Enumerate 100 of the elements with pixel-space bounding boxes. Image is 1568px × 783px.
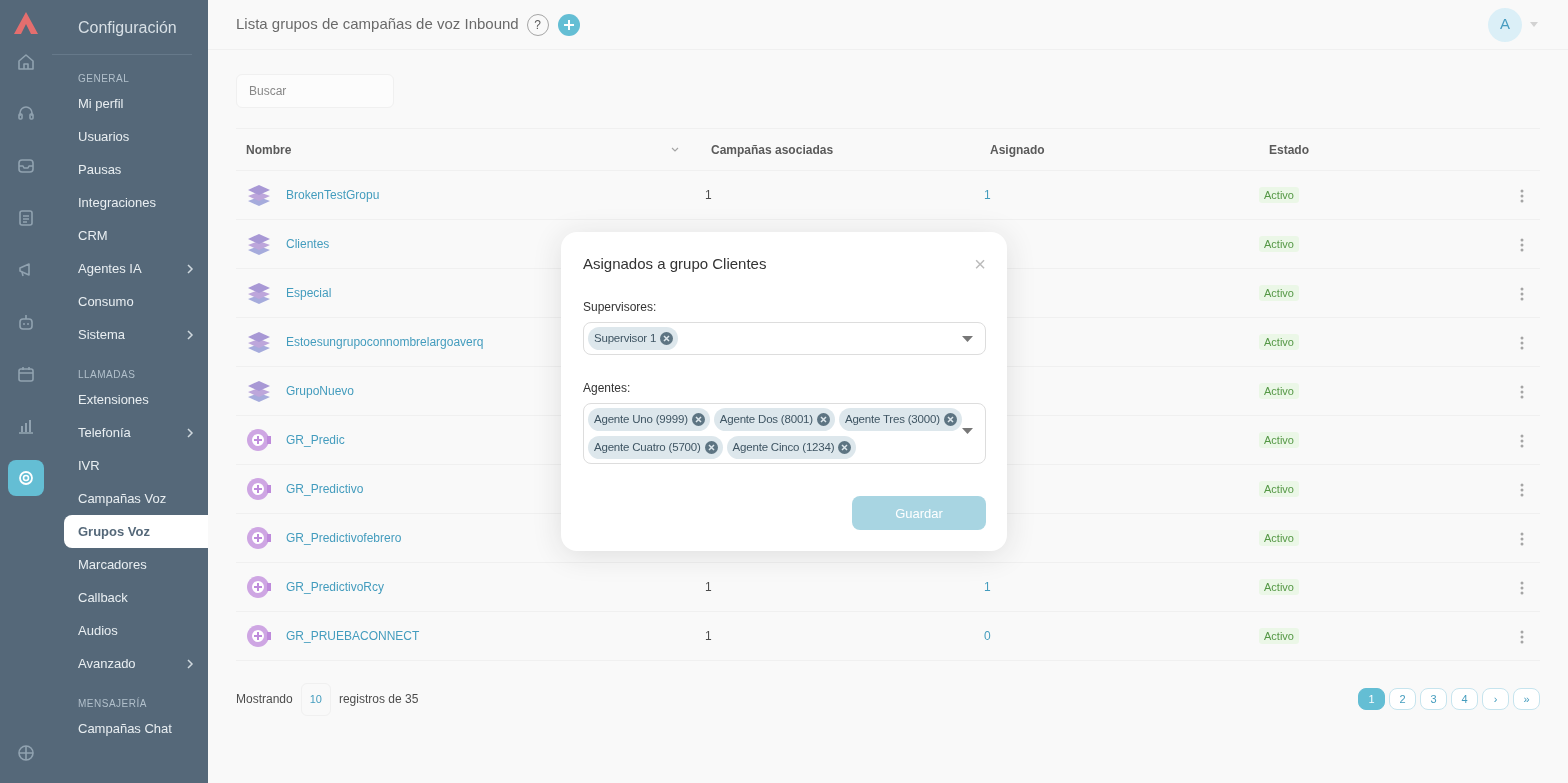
status-label: Activo — [1259, 285, 1299, 301]
tray-icon[interactable] — [16, 156, 36, 176]
group-link[interactable]: GR_PredictivoRcy — [286, 578, 385, 596]
more-icon[interactable] — [1520, 629, 1524, 644]
page-button[interactable]: 4 — [1451, 688, 1478, 711]
selected-chip[interactable]: Agente Cuatro (5700) — [588, 436, 723, 460]
status-label: Activo — [1259, 579, 1299, 595]
caret-icon[interactable] — [1530, 21, 1538, 28]
status-label: Activo — [1259, 432, 1299, 448]
group-icon — [246, 574, 272, 600]
robot-icon[interactable] — [16, 312, 36, 332]
sidebar-item[interactable]: IVR — [52, 449, 208, 482]
modal-title: Asignados a grupo Clientes — [583, 254, 767, 273]
more-icon[interactable] — [1520, 237, 1524, 252]
group-link[interactable]: Especial — [286, 284, 332, 302]
avatar[interactable]: A — [1488, 7, 1522, 42]
more-icon[interactable] — [1520, 286, 1524, 301]
group-link[interactable]: GR_Predictivofebrero — [286, 529, 402, 547]
page-button[interactable]: » — [1513, 688, 1540, 711]
dropdown-caret-icon[interactable] — [962, 427, 973, 434]
more-icon[interactable] — [1520, 188, 1524, 203]
selected-chip[interactable]: Agente Uno (9999) — [588, 407, 710, 432]
remove-icon[interactable] — [943, 413, 957, 426]
group-icon — [246, 623, 272, 649]
logo-icon — [12, 10, 40, 36]
group-link[interactable]: GR_Predictivo — [286, 480, 364, 498]
sidebar-item[interactable]: Campañas Voz — [52, 482, 208, 515]
more-icon[interactable] — [1520, 531, 1524, 546]
sidebar-item[interactable]: Telefonía — [52, 416, 208, 449]
more-icon[interactable] — [1520, 433, 1524, 448]
search-field[interactable]: Buscar — [236, 74, 394, 108]
table-cell: 1 — [705, 580, 712, 594]
rail-button[interactable] — [8, 460, 44, 496]
remove-icon[interactable] — [838, 441, 852, 455]
group-link[interactable]: Estoesungrupoconnombrelargoaverq — [286, 333, 484, 351]
assigned-link[interactable]: 1 — [984, 580, 991, 594]
selected-chip[interactable]: Agente Tres (3000) — [838, 407, 962, 432]
more-icon[interactable] — [1520, 384, 1524, 399]
table-cell: 1 — [705, 188, 712, 202]
layers-icon — [246, 280, 272, 306]
sidebar-item[interactable]: Integraciones — [52, 186, 208, 219]
assigned-link[interactable]: 1 — [984, 188, 991, 202]
more-icon[interactable] — [1520, 580, 1524, 595]
field-label: Agentes: — [583, 379, 632, 397]
page-button[interactable]: 3 — [1420, 688, 1447, 711]
sidebar-item[interactable]: Avanzado — [52, 647, 208, 680]
status-label: Activo — [1259, 187, 1299, 203]
layers-icon — [246, 231, 272, 257]
column-header[interactable]: Asignado — [980, 140, 1259, 159]
calendar-icon[interactable] — [16, 364, 36, 384]
globe-icon[interactable] — [16, 743, 36, 763]
selected-chip[interactable]: Agente Cinco (1234) — [726, 436, 857, 460]
dropdown-caret-icon[interactable] — [962, 335, 973, 342]
remove-icon[interactable] — [691, 413, 705, 426]
remove-icon[interactable] — [704, 441, 718, 455]
sidebar-item[interactable]: Grupos Voz — [64, 515, 208, 548]
group-icon — [246, 476, 272, 502]
sidebar-item[interactable]: CRM — [52, 219, 208, 252]
column-header[interactable]: Estado — [1259, 140, 1489, 159]
sidebar-item[interactable]: Sistema — [52, 318, 208, 351]
agents-select[interactable]: Agente Uno (9999) Agente Dos (8001) Agente Tres (3000) Agente Cuatro (5700) Agente Cinco (1234) — [583, 402, 986, 465]
selected-chip[interactable]: Supervisor 1 — [588, 326, 679, 350]
remove-icon[interactable] — [816, 413, 830, 426]
chevron-right-icon — [186, 263, 194, 274]
status-label: Activo — [1259, 530, 1299, 546]
group-link[interactable]: BrokenTestGropu — [286, 186, 380, 204]
sidebar-item[interactable]: Audios — [52, 614, 208, 647]
document-icon[interactable] — [16, 208, 36, 228]
home-icon[interactable] — [16, 52, 36, 72]
sidebar-title: Configuración — [52, 0, 192, 55]
assigned-link[interactable]: 0 — [984, 629, 991, 643]
sidebar-item[interactable]: Marcadores — [52, 548, 208, 581]
sidebar-item[interactable]: Callback — [52, 581, 208, 614]
remove-icon[interactable] — [660, 331, 674, 345]
layers-icon — [246, 329, 272, 355]
layers-icon — [246, 182, 272, 208]
status-label: Activo — [1259, 236, 1299, 252]
page-size-select[interactable]: 10 — [300, 683, 331, 716]
sidebar-item[interactable]: Agentes IA — [52, 252, 208, 285]
sidebar-item[interactable]: Usuarios — [52, 120, 208, 153]
group-link[interactable]: Clientes — [286, 235, 330, 253]
column-header[interactable]: Nombre — [246, 140, 292, 159]
group-link[interactable]: GrupoNuevo — [286, 382, 355, 400]
more-icon[interactable] — [1520, 335, 1524, 350]
page-button[interactable]: › — [1482, 688, 1509, 711]
sidebar-item[interactable]: Campañas Chat — [52, 712, 208, 745]
page-button[interactable]: 2 — [1389, 688, 1416, 711]
group-link[interactable]: GR_Predic — [286, 431, 345, 449]
selected-chip[interactable]: Agente Dos (8001) — [713, 407, 835, 432]
add-icon[interactable] — [556, 12, 581, 37]
column-header[interactable]: Campañas asociadas — [701, 140, 980, 159]
group-link[interactable]: GR_PRUEBACONNECT — [286, 627, 420, 645]
sidebar-item[interactable]: Extensiones — [52, 383, 208, 416]
chevron-right-icon — [186, 427, 194, 438]
supervisors-select[interactable]: Supervisor 1 — [583, 321, 986, 355]
more-icon[interactable] — [1520, 482, 1524, 497]
sidebar-item[interactable]: Pausas — [52, 153, 208, 186]
sort-icon[interactable] — [671, 146, 679, 153]
sidebar-item[interactable]: Mi perfil — [52, 87, 208, 120]
sidebar-item[interactable]: Consumo — [52, 285, 208, 318]
